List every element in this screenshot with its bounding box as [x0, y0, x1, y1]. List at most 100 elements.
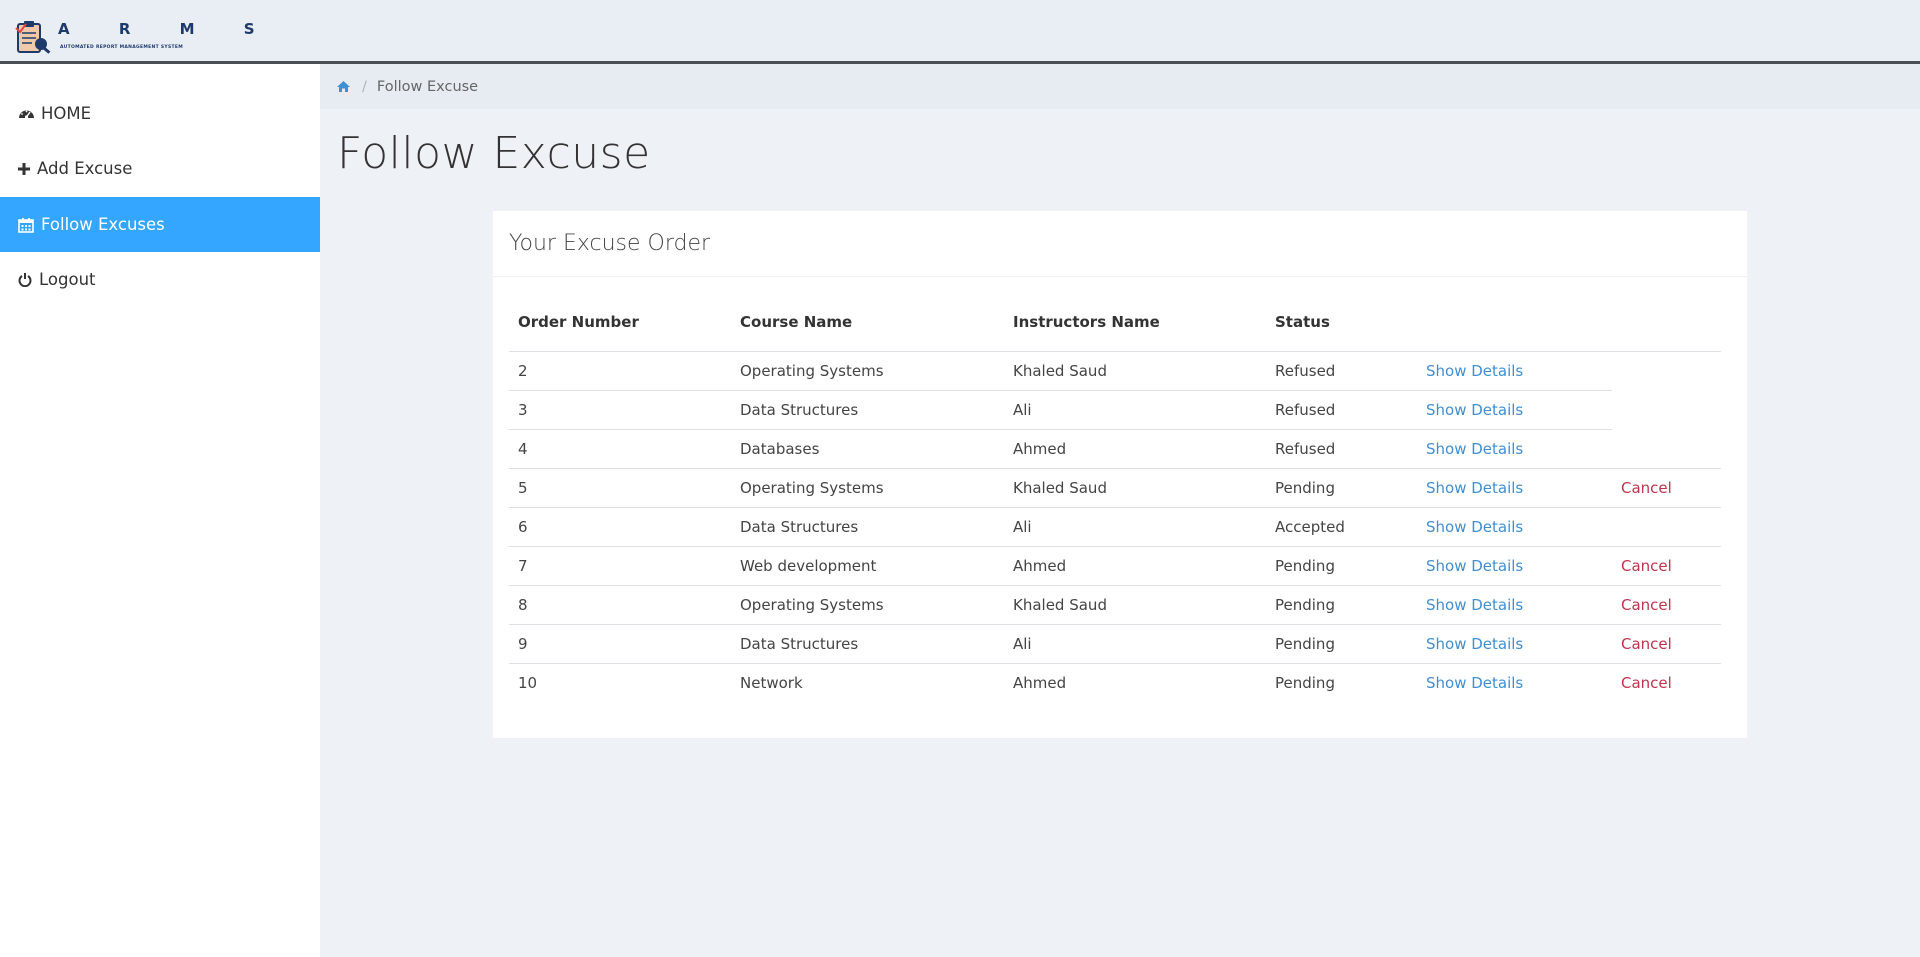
- show-details-link[interactable]: Show Details: [1426, 440, 1523, 458]
- order-number-cell: 2: [518, 361, 528, 380]
- sidebar: HOME Add Excuse Follow Excuses Logout: [0, 64, 320, 957]
- show-details-link[interactable]: Show Details: [1426, 518, 1523, 536]
- course-name-cell: Data Structures: [731, 623, 1004, 663]
- logo-letters: A R M S: [58, 20, 277, 38]
- status-cell: Pending: [1266, 584, 1417, 624]
- show-details-link[interactable]: Show Details: [1426, 557, 1523, 575]
- table-row: 5 Operating Systems Khaled Saud Pending Show…: [509, 467, 1721, 507]
- instructor-name-cell: Khaled Saud: [1004, 584, 1266, 624]
- actions-cell: [1612, 351, 1721, 390]
- actions-cell: Cancel: [1612, 662, 1721, 702]
- status-cell: Refused: [1275, 361, 1336, 380]
- arms-logo[interactable]: A R M S AUTOMATED REPORT MANAGEMENT SYST…: [14, 18, 255, 58]
- cancel-link[interactable]: Cancel: [1621, 674, 1672, 692]
- sidebar-item-label: Logout: [39, 270, 96, 289]
- column-header-course-name: Course Name: [731, 294, 1004, 352]
- status-cell: Accepted: [1266, 506, 1417, 546]
- order-number-cell: 5: [509, 467, 731, 507]
- breadcrumb-separator: /: [362, 78, 367, 95]
- order-number-cell: 9: [509, 623, 731, 663]
- sidebar-item-home[interactable]: HOME: [0, 86, 320, 141]
- column-header-order-number: Order Number: [509, 294, 731, 352]
- page-title: Follow Excuse: [337, 128, 651, 179]
- home-icon[interactable]: [336, 80, 352, 94]
- course-name-cell: Network: [731, 662, 1004, 702]
- show-details-link[interactable]: Show Details: [1426, 674, 1523, 692]
- details-cell: Show Details: [1417, 662, 1612, 702]
- instructor-name-cell: Ali: [1004, 623, 1266, 663]
- column-header-instructors-name: Instructors Name: [1004, 294, 1266, 352]
- instructor-name-cell: Ahmed: [1004, 545, 1266, 585]
- column-header-details: [1417, 294, 1612, 352]
- instructor-name-cell: Ali: [1004, 506, 1266, 546]
- details-cell: Show Details: [1417, 467, 1612, 507]
- instructor-name-cell: Ahmed: [1004, 662, 1266, 702]
- show-details-link[interactable]: Show Details: [1426, 479, 1523, 497]
- sidebar-item-add-excuse[interactable]: Add Excuse: [0, 141, 320, 196]
- show-details-link[interactable]: Show Details: [1426, 401, 1523, 419]
- column-header-status: Status: [1266, 294, 1417, 352]
- actions-cell: [1612, 429, 1721, 468]
- details-cell: Show Details: [1417, 506, 1612, 546]
- order-number-cell: 4: [509, 428, 731, 468]
- sidebar-item-label: Follow Excuses: [41, 215, 165, 234]
- power-icon: [16, 271, 34, 289]
- sidebar-item-label: Add Excuse: [37, 159, 133, 178]
- details-cell: Show Details: [1417, 584, 1612, 624]
- table-row: 10 Network Ahmed Pending Show Details Cancel: [509, 662, 1721, 702]
- table-row: 8 Operating Systems Khaled Saud Pending Show…: [509, 584, 1721, 624]
- course-name-cell: Operating Systems: [731, 467, 1004, 507]
- calendar-icon: [16, 216, 36, 234]
- details-cell: Show Details: [1417, 623, 1612, 663]
- sidebar-item-follow-excuses[interactable]: Follow Excuses: [0, 197, 320, 252]
- status-cell: Refused: [1266, 428, 1417, 468]
- actions-cell: Cancel: [1612, 467, 1721, 507]
- table-row: 7 Web development Ahmed Pending Show Details…: [509, 545, 1721, 585]
- course-name-cell: Data Structures: [731, 506, 1004, 546]
- course-name-cell: Web development: [731, 545, 1004, 585]
- details-cell: Show Details: [1417, 351, 1612, 390]
- table-row: 6 Data Structures Ali Accepted Show Details: [509, 506, 1721, 546]
- cancel-link[interactable]: Cancel: [1621, 596, 1672, 614]
- order-number-cell: 6: [509, 506, 731, 546]
- course-name-cell: Data Structures: [731, 389, 1004, 429]
- actions-cell: [1612, 390, 1721, 429]
- sidebar-item-label: HOME: [41, 104, 92, 123]
- show-details-link[interactable]: Show Details: [1426, 362, 1523, 380]
- table-header-row: Order Number Course Name Instructors Nam…: [509, 294, 1721, 352]
- actions-cell: [1612, 506, 1721, 546]
- cancel-link[interactable]: Cancel: [1621, 479, 1672, 497]
- actions-cell: Cancel: [1612, 623, 1721, 663]
- sidebar-item-logout[interactable]: Logout: [0, 252, 320, 307]
- table-row: 3 Data Structures Ali Refused Show Details: [509, 389, 1721, 429]
- table-row: 4 Databases Ahmed Refused Show Details: [509, 428, 1721, 468]
- cancel-link[interactable]: Cancel: [1621, 635, 1672, 653]
- top-header: A R M S AUTOMATED REPORT MANAGEMENT SYST…: [0, 0, 1920, 64]
- order-number-cell: 7: [509, 545, 731, 585]
- details-cell: Show Details: [1417, 545, 1612, 585]
- order-number-cell: 3: [509, 389, 731, 429]
- instructor-name-cell: Khaled Saud: [1013, 361, 1107, 380]
- instructor-name-cell: Ahmed: [1004, 428, 1266, 468]
- excuse-order-panel: Your Excuse Order Order Number Course Na…: [493, 211, 1747, 738]
- order-number-cell: 10: [509, 662, 731, 702]
- actions-cell: Cancel: [1612, 584, 1721, 624]
- status-cell: Pending: [1266, 623, 1417, 663]
- show-details-link[interactable]: Show Details: [1426, 635, 1523, 653]
- details-cell: Show Details: [1417, 428, 1612, 468]
- instructor-name-cell: Khaled Saud: [1004, 467, 1266, 507]
- logo-subtitle: AUTOMATED REPORT MANAGEMENT SYSTEM: [60, 45, 184, 50]
- panel-heading: Your Excuse Order: [493, 211, 1747, 277]
- instructor-name-cell: Ali: [1004, 389, 1266, 429]
- dashboard-icon: [16, 105, 36, 123]
- cancel-link[interactable]: Cancel: [1621, 557, 1672, 575]
- show-details-link[interactable]: Show Details: [1426, 596, 1523, 614]
- details-cell: Show Details: [1417, 389, 1612, 429]
- actions-cell: Cancel: [1612, 545, 1721, 585]
- course-name-cell: Operating Systems: [731, 584, 1004, 624]
- excuse-table: Order Number Course Name Instructors Nam…: [509, 294, 1721, 702]
- status-cell: Pending: [1266, 545, 1417, 585]
- table-row: 2 Operating Systems Khaled Saud Refused Show…: [509, 351, 1721, 390]
- breadcrumb: / Follow Excuse: [320, 64, 1920, 109]
- order-number-cell: 8: [509, 584, 731, 624]
